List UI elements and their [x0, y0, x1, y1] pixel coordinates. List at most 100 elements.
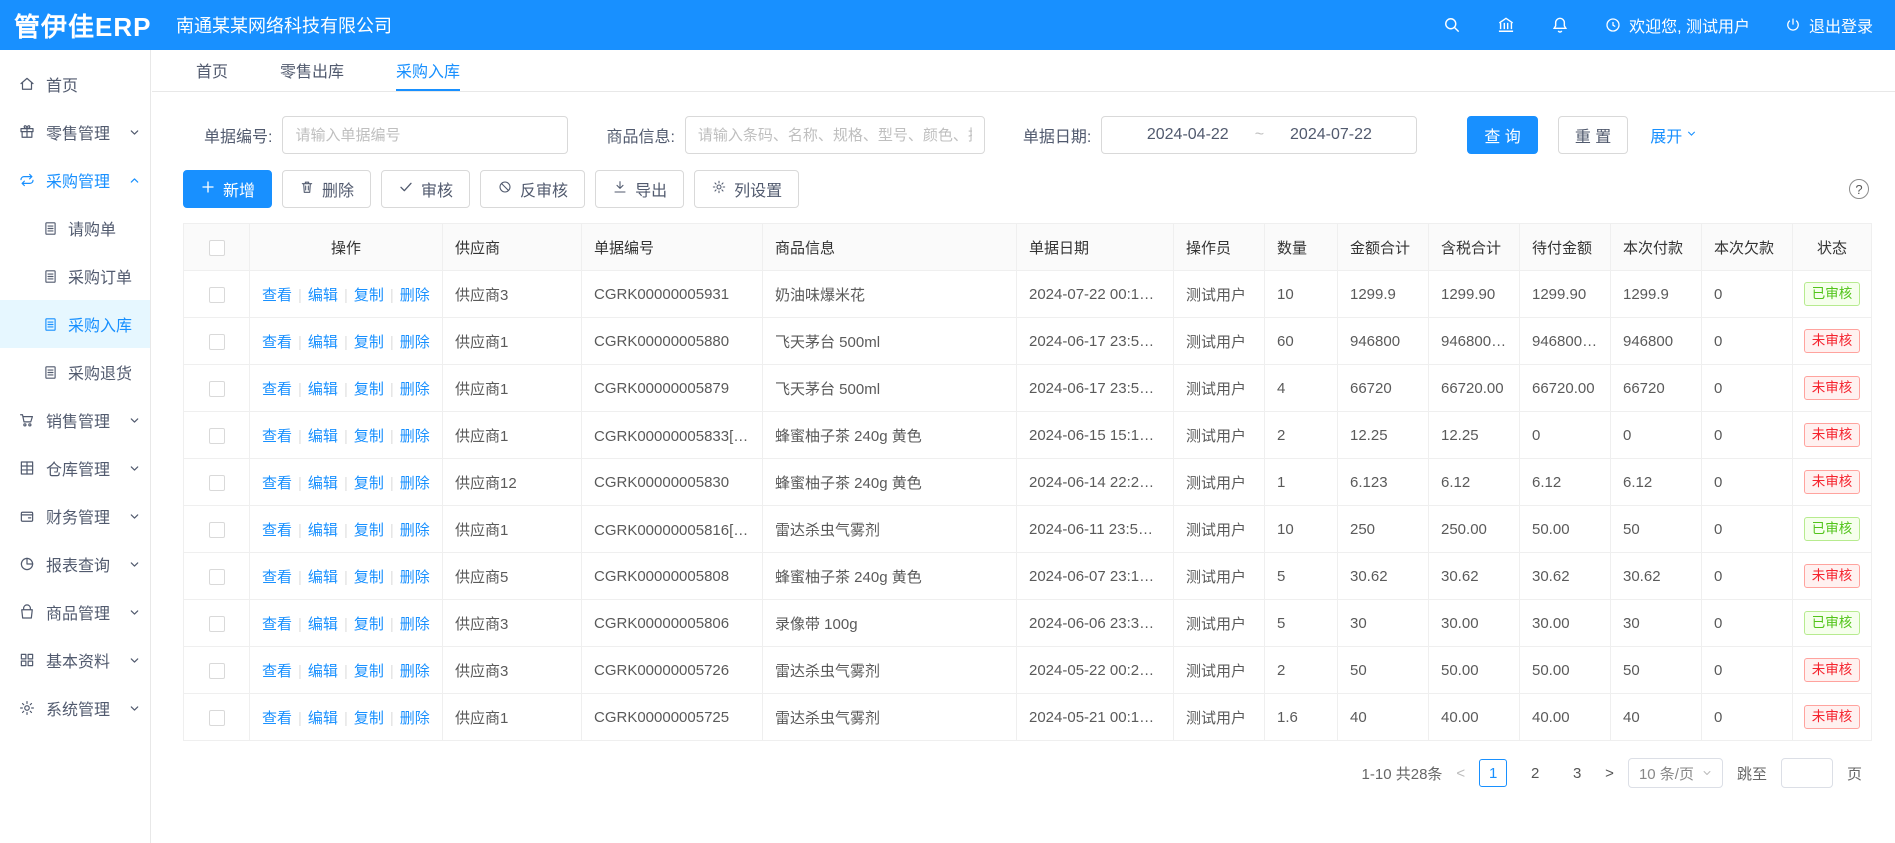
sidebar-item-6[interactable]: 报表查询	[0, 540, 150, 588]
row-action-view[interactable]: 查看	[262, 616, 292, 633]
sidebar-subitem-2-2[interactable]: 采购入库	[0, 300, 150, 348]
row-action-view[interactable]: 查看	[262, 334, 292, 351]
row-action-copy[interactable]: 复制	[354, 616, 384, 633]
logout-button[interactable]: 退出登录	[1784, 13, 1873, 37]
row-action-delete[interactable]: 删除	[400, 710, 430, 727]
tab-1[interactable]: 零售出库	[280, 50, 344, 91]
row-action-edit[interactable]: 编辑	[308, 522, 338, 539]
row-checkbox[interactable]	[209, 522, 225, 538]
row-action-copy[interactable]: 复制	[354, 287, 384, 304]
row-checkbox[interactable]	[209, 334, 225, 350]
toolbar-button-1[interactable]: 删除	[282, 170, 371, 208]
sidebar-item-5[interactable]: 财务管理	[0, 492, 150, 540]
sidebar-item-0[interactable]: 首页	[0, 60, 150, 108]
bell-icon[interactable]	[1550, 15, 1570, 35]
row-action-delete[interactable]: 删除	[400, 522, 430, 539]
sidebar-item-7[interactable]: 商品管理	[0, 588, 150, 636]
row-action-copy[interactable]: 复制	[354, 663, 384, 680]
row-checkbox[interactable]	[209, 663, 225, 679]
row-action-view[interactable]: 查看	[262, 710, 292, 727]
row-checkbox[interactable]	[209, 475, 225, 491]
sidebar-subitem-2-0[interactable]: 请购单	[0, 204, 150, 252]
row-action-view[interactable]: 查看	[262, 475, 292, 492]
row-checkbox[interactable]	[209, 287, 225, 303]
row-action-edit[interactable]: 编辑	[308, 381, 338, 398]
reset-button[interactable]: 重 置	[1558, 116, 1628, 154]
sidebar-subitem-2-3[interactable]: 采购退货	[0, 348, 150, 396]
cell-paid: 50	[1611, 506, 1702, 553]
tab-2[interactable]: 采购入库	[396, 50, 460, 91]
toolbar-button-5[interactable]: 列设置	[694, 170, 799, 208]
welcome-user[interactable]: 欢迎您, 测试用户	[1604, 13, 1750, 37]
page-number-3[interactable]: 3	[1563, 759, 1591, 787]
action-separator: |	[384, 475, 400, 492]
row-action-edit[interactable]: 编辑	[308, 475, 338, 492]
row-action-delete[interactable]: 删除	[400, 569, 430, 586]
date-range-picker[interactable]: 2024-04-22 ~ 2024-07-22	[1101, 116, 1417, 154]
row-action-edit[interactable]: 编辑	[308, 710, 338, 727]
row-action-view[interactable]: 查看	[262, 569, 292, 586]
row-action-view[interactable]: 查看	[262, 522, 292, 539]
row-checkbox[interactable]	[209, 616, 225, 632]
sidebar-subitem-2-1[interactable]: 采购订单	[0, 252, 150, 300]
prev-page-arrow[interactable]: <	[1456, 765, 1465, 782]
row-action-view[interactable]: 查看	[262, 287, 292, 304]
row-action-delete[interactable]: 删除	[400, 428, 430, 445]
row-action-delete[interactable]: 删除	[400, 663, 430, 680]
row-action-delete[interactable]: 删除	[400, 475, 430, 492]
toolbar-button-4[interactable]: 导出	[595, 170, 684, 208]
toolbar-button-0[interactable]: 新增	[183, 170, 272, 208]
row-action-delete[interactable]: 删除	[400, 287, 430, 304]
row-action-copy[interactable]: 复制	[354, 475, 384, 492]
select-all-checkbox[interactable]	[209, 240, 225, 256]
row-action-view[interactable]: 查看	[262, 428, 292, 445]
row-checkbox[interactable]	[209, 428, 225, 444]
row-checkbox[interactable]	[209, 569, 225, 585]
date-end[interactable]: 2024-07-22	[1290, 126, 1372, 144]
row-action-edit[interactable]: 编辑	[308, 334, 338, 351]
sidebar-item-9[interactable]: 系统管理	[0, 684, 150, 732]
row-action-copy[interactable]: 复制	[354, 710, 384, 727]
row-action-delete[interactable]: 删除	[400, 381, 430, 398]
page-number-1[interactable]: 1	[1479, 759, 1507, 787]
row-action-copy[interactable]: 复制	[354, 569, 384, 586]
toolbar-button-3[interactable]: 反审核	[480, 170, 585, 208]
order-no-input[interactable]	[282, 116, 568, 154]
date-start[interactable]: 2024-04-22	[1147, 126, 1229, 144]
row-action-copy[interactable]: 复制	[354, 381, 384, 398]
sidebar-item-4[interactable]: 仓库管理	[0, 444, 150, 492]
row-action-delete[interactable]: 删除	[400, 616, 430, 633]
row-action-view[interactable]: 查看	[262, 663, 292, 680]
sidebar-item-3[interactable]: 销售管理	[0, 396, 150, 444]
row-action-edit[interactable]: 编辑	[308, 616, 338, 633]
page-size-select[interactable]: 10 条/页	[1628, 758, 1723, 788]
row-action-delete[interactable]: 删除	[400, 334, 430, 351]
row-action-copy[interactable]: 复制	[354, 334, 384, 351]
next-page-arrow[interactable]: >	[1605, 765, 1614, 782]
search-button[interactable]: 查 询	[1467, 116, 1537, 154]
help-icon[interactable]: ?	[1849, 179, 1869, 199]
row-action-edit[interactable]: 编辑	[308, 663, 338, 680]
product-info-input[interactable]	[685, 116, 985, 154]
page-number-2[interactable]: 2	[1521, 759, 1549, 787]
sidebar-item-2[interactable]: 采购管理	[0, 156, 150, 204]
tab-0[interactable]: 首页	[196, 50, 228, 91]
row-action-copy[interactable]: 复制	[354, 428, 384, 445]
bank-icon[interactable]	[1496, 15, 1516, 35]
row-action-copy[interactable]: 复制	[354, 522, 384, 539]
expand-toggle[interactable]: 展开	[1650, 123, 1697, 147]
jump-page-input[interactable]	[1781, 758, 1833, 788]
sidebar-item-1[interactable]: 零售管理	[0, 108, 150, 156]
row-action-view[interactable]: 查看	[262, 381, 292, 398]
chevron-down-icon	[129, 703, 140, 714]
row-checkbox[interactable]	[209, 710, 225, 726]
row-action-edit[interactable]: 编辑	[308, 287, 338, 304]
toolbar-button-2[interactable]: 审核	[381, 170, 470, 208]
search-icon[interactable]	[1442, 15, 1462, 35]
sidebar-item-8[interactable]: 基本资料	[0, 636, 150, 684]
row-checkbox[interactable]	[209, 381, 225, 397]
action-separator: |	[292, 616, 308, 633]
row-action-edit[interactable]: 编辑	[308, 428, 338, 445]
row-action-edit[interactable]: 编辑	[308, 569, 338, 586]
cell-status: 已审核	[1793, 600, 1872, 647]
